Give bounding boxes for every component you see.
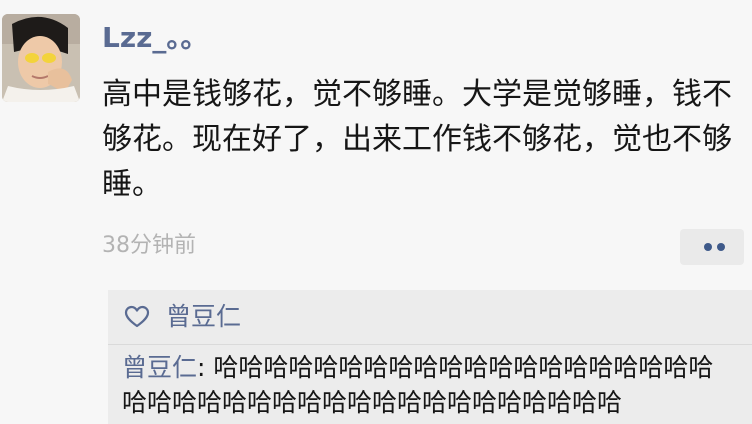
divider	[108, 344, 752, 345]
avatar[interactable]	[2, 14, 80, 102]
comment-like-menu-button[interactable]	[680, 229, 744, 265]
avatar-photo	[2, 14, 80, 102]
moments-post: Lzz_。。 高中是钱够花，觉不够睡。大学是觉够睡，钱不够花。现在好了，出来工作…	[0, 0, 752, 424]
menu-dot-icon	[717, 243, 725, 251]
comment-item[interactable]: 曾豆仁: 哈哈哈哈哈哈哈哈哈哈哈哈哈哈哈哈哈哈哈哈哈哈哈哈哈哈哈哈哈哈哈哈哈哈哈…	[122, 350, 728, 420]
post-timestamp: 38分钟前	[102, 233, 196, 258]
comment-author[interactable]: 曾豆仁	[122, 353, 197, 382]
comment-separator: :	[197, 353, 214, 382]
heart-icon	[124, 305, 150, 328]
likes-comments-panel: 曾豆仁 曾豆仁: 哈哈哈哈哈哈哈哈哈哈哈哈哈哈哈哈哈哈哈哈哈哈哈哈哈哈哈哈哈哈哈…	[108, 290, 752, 424]
menu-dot-icon	[704, 243, 712, 251]
likes-row: 曾豆仁	[108, 290, 752, 344]
liker-name[interactable]: 曾豆仁	[166, 298, 241, 336]
post-content: 高中是钱够花，觉不够睡。大学是觉够睡，钱不够花。现在好了，出来工作钱不够花，觉也…	[102, 77, 732, 202]
post-username[interactable]: Lzz_。。	[102, 18, 208, 58]
